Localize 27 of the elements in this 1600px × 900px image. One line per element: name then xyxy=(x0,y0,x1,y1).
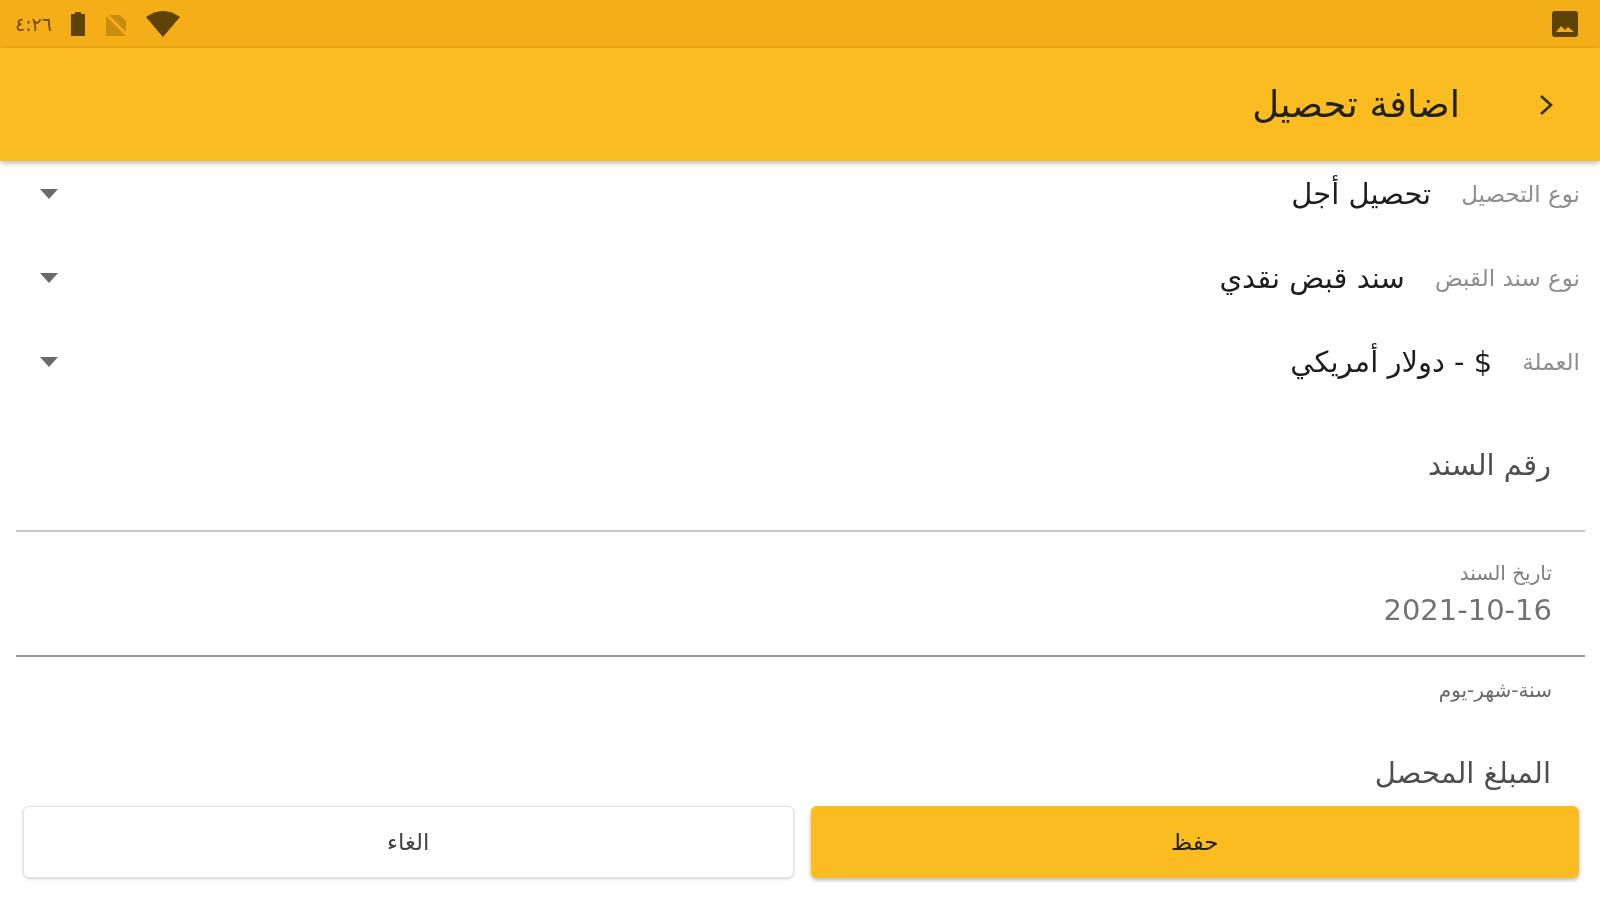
dropdown-value: $ - دولار أمريكي xyxy=(1290,345,1493,379)
chevron-icon xyxy=(1538,92,1554,117)
app-bar-title: اضافة تحصيل xyxy=(1252,81,1460,128)
no-sim-icon xyxy=(104,12,129,36)
dropdown-field[interactable]: نوع سند القبض سند قبض نقدي xyxy=(16,245,1585,329)
field-label: العملة xyxy=(1522,348,1580,377)
dropdown-value: تحصيل أجل xyxy=(1291,177,1432,211)
dropdown-field[interactable]: نوع التحصيل تحصيل أجل xyxy=(16,161,1585,245)
date-input[interactable]: 2021-10-16 xyxy=(16,592,1585,657)
field-label: نوع سند القبض xyxy=(1434,264,1580,294)
helper-text: سنة-شهر-يوم xyxy=(1438,677,1552,703)
cancel-button[interactable]: الغاء xyxy=(23,806,794,878)
caret-down-icon xyxy=(40,273,58,283)
dropdown-value: سند قبض نقدي xyxy=(1219,261,1405,295)
save-button[interactable]: حفظ xyxy=(810,806,1579,878)
caret-down-icon xyxy=(40,357,58,367)
field-label: تاريخ السند xyxy=(1459,560,1552,586)
back-button[interactable] xyxy=(1538,92,1554,117)
input-field[interactable]: رقم السند xyxy=(16,413,1585,532)
dropdown-field[interactable]: العملة $ - دولار أمريكي xyxy=(16,329,1585,413)
battery-icon xyxy=(70,12,87,36)
caret-down-icon xyxy=(40,189,58,199)
wifi-icon xyxy=(146,11,181,37)
status-time: ٤:٢٦ xyxy=(15,12,53,36)
input-field[interactable]: المبلغ المحصل xyxy=(16,703,1585,791)
image-icon xyxy=(1552,11,1578,37)
field-label: نوع التحصيل xyxy=(1461,180,1580,210)
